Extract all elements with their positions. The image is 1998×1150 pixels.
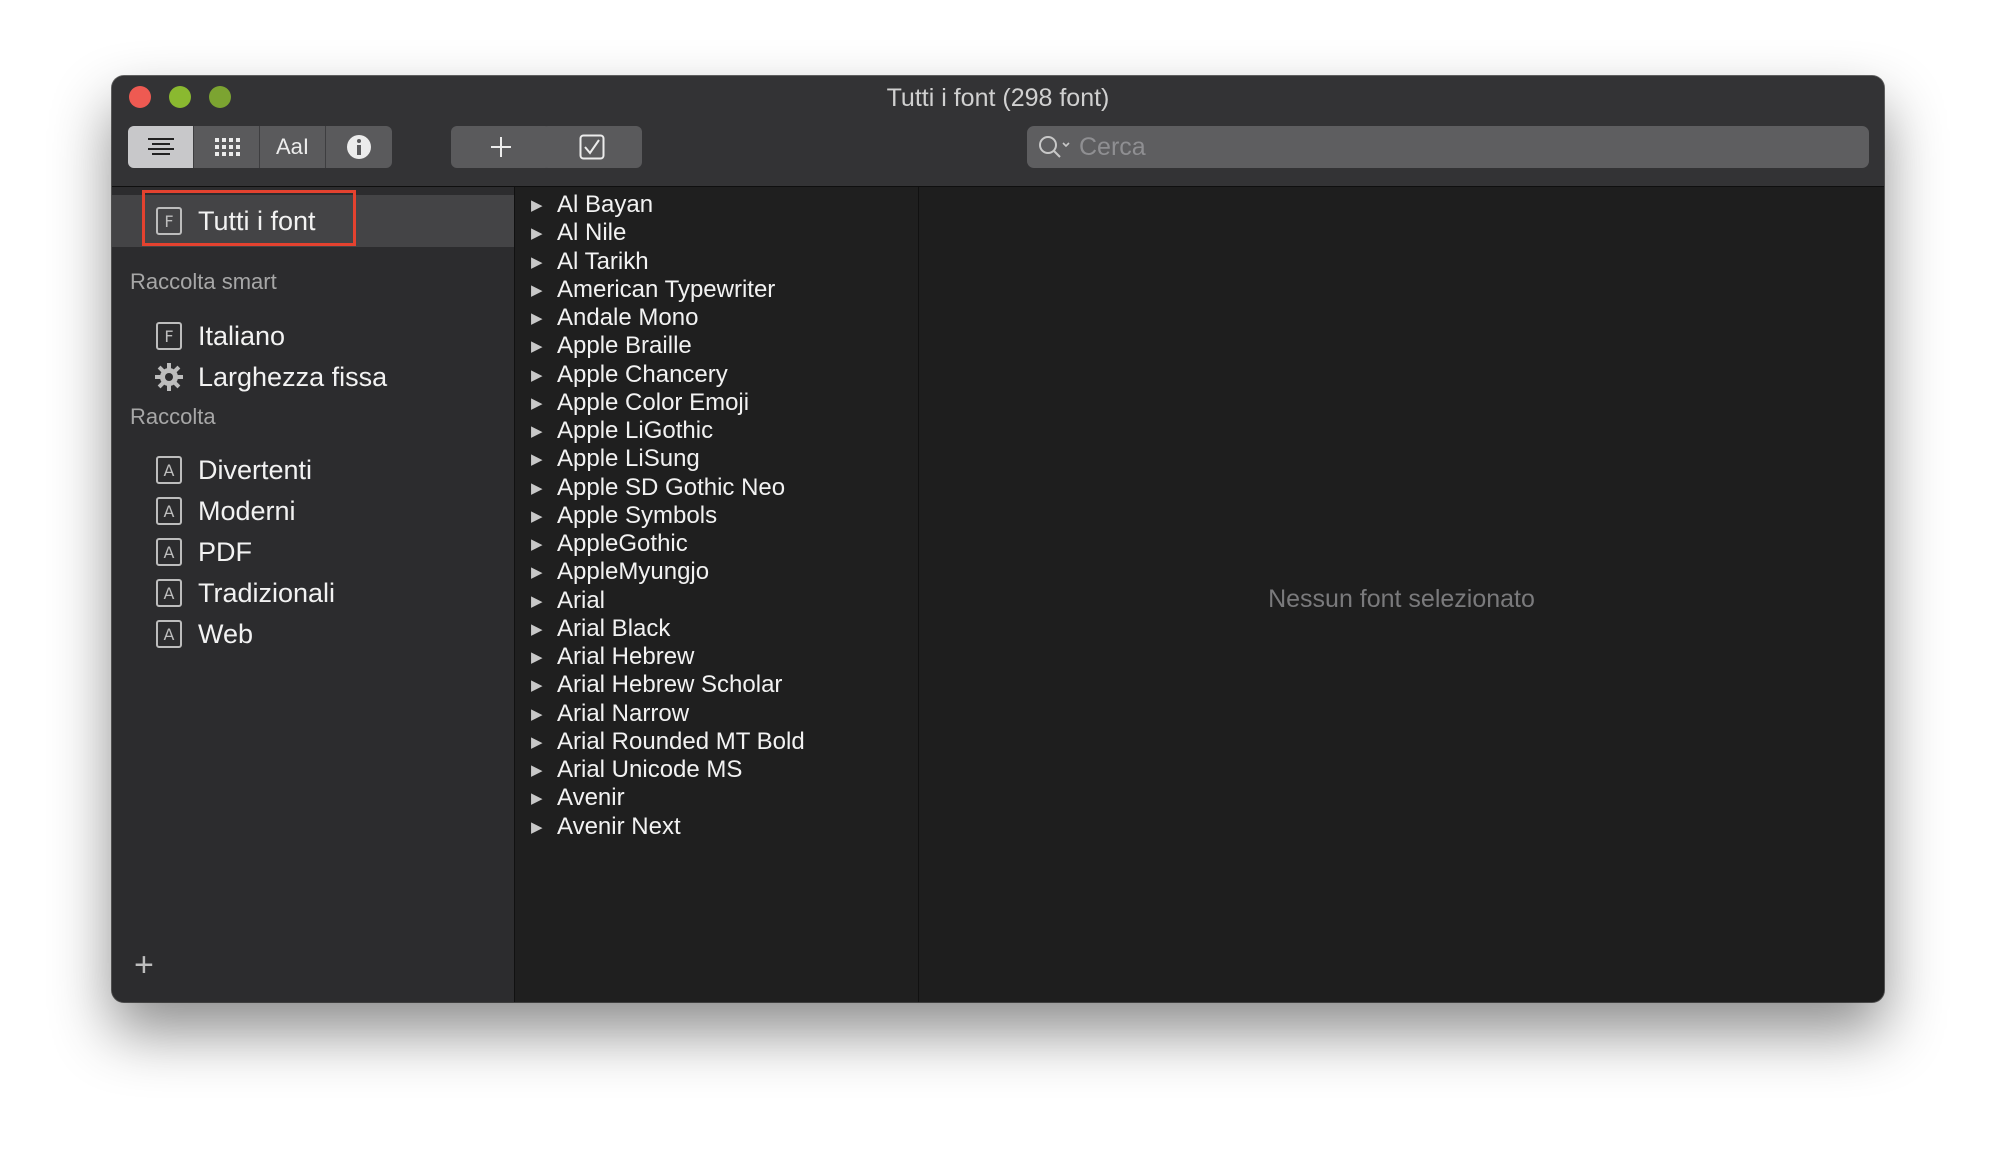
sample-text-label: AaI: [275, 134, 310, 159]
sample-text-button[interactable]: AaI: [260, 126, 326, 168]
sidebar-item-label: Divertenti: [198, 454, 313, 485]
preview-pane: Nessun font selezionato: [919, 187, 1884, 1002]
empty-preview-message: Nessun font selezionato: [1268, 585, 1535, 613]
font-box-a-icon: A: [156, 579, 182, 607]
sidebar-item-label: Moderni: [198, 495, 296, 526]
disclosure-triangle-icon[interactable]: ▶: [531, 309, 547, 327]
disclosure-triangle-icon[interactable]: ▶: [531, 366, 547, 384]
font-family-label: Avenir Next: [557, 812, 681, 840]
toolbar: Tutti i font (298 font) AaI: [112, 76, 1884, 187]
disclosure-triangle-icon[interactable]: ▶: [531, 337, 547, 355]
disclosure-triangle-icon[interactable]: ▶: [531, 224, 547, 242]
validate-font-button[interactable]: [542, 126, 642, 168]
window-title: Tutti i font (298 font): [886, 84, 1110, 112]
font-box-f-icon: F: [156, 207, 182, 235]
smart-collection-header: Raccolta smart: [130, 269, 277, 294]
info-button[interactable]: [326, 126, 392, 168]
disclosure-triangle-icon[interactable]: ▶: [531, 479, 547, 497]
font-collection-icon: F: [154, 206, 184, 236]
disclosure-triangle-icon[interactable]: ▶: [531, 253, 547, 271]
disclosure-triangle-icon[interactable]: ▶: [531, 676, 547, 694]
library-icon: A: [154, 619, 184, 649]
disclosure-triangle-icon[interactable]: ▶: [531, 507, 547, 525]
disclosure-triangle-icon[interactable]: ▶: [531, 281, 547, 299]
disclosure-triangle-icon[interactable]: ▶: [531, 196, 547, 214]
disclosure-triangle-icon[interactable]: ▶: [531, 733, 547, 751]
grid-view-icon: [214, 138, 240, 156]
collection-header: Raccolta: [130, 404, 216, 429]
disclosure-triangle-icon[interactable]: ▶: [531, 648, 547, 666]
checkbox-icon: [579, 134, 605, 160]
add-collection-button[interactable]: +: [134, 948, 154, 982]
sidebar-item-label: Italiano: [198, 320, 286, 351]
library-icon: A: [154, 496, 184, 526]
gear-icon: [154, 362, 184, 392]
grid-view-button[interactable]: [194, 126, 260, 168]
sidebar-item-label: Larghezza fissa: [198, 361, 388, 392]
list-view-icon: [147, 138, 174, 155]
view-mode-segmented-control: AaI: [128, 126, 392, 168]
sidebar-item-divertenti[interactable]: A Divertenti: [112, 449, 514, 491]
sidebar-item-moderni[interactable]: A Moderni: [112, 490, 514, 532]
disclosure-triangle-icon[interactable]: ▶: [531, 789, 547, 807]
info-icon: [347, 135, 371, 159]
disclosure-triangle-icon[interactable]: ▶: [531, 422, 547, 440]
font-collection-icon: F: [154, 321, 184, 351]
disclosure-triangle-icon[interactable]: ▶: [531, 450, 547, 468]
sidebar-item-label: PDF: [198, 536, 252, 567]
sidebar-item-italiano[interactable]: F Italiano: [112, 315, 514, 357]
font-box-a-icon: A: [156, 620, 182, 648]
font-box-a-icon: A: [156, 538, 182, 566]
sidebar-item-all-fonts[interactable]: F Tutti i font: [112, 195, 514, 247]
sidebar-item-larghezza-fissa[interactable]: Larghezza fissa: [112, 356, 514, 398]
disclosure-triangle-icon[interactable]: ▶: [531, 592, 547, 610]
sidebar-item-tradizionali[interactable]: A Tradizionali: [112, 572, 514, 614]
sidebar-item-label: Tradizionali: [198, 577, 336, 608]
sidebar-item-label: Tutti i font: [198, 205, 316, 236]
disclosure-triangle-icon[interactable]: ▶: [531, 705, 547, 723]
font-box-a-icon: A: [156, 497, 182, 525]
search-field[interactable]: [1027, 126, 1869, 168]
list-view-button[interactable]: [128, 126, 194, 168]
font-family-row[interactable]: ▶ Avenir Next: [515, 809, 918, 845]
plus-icon: [491, 137, 511, 157]
sidebar-item-label: Web: [198, 618, 254, 649]
sidebar: F Tutti i font Raccolta smart F Italiano: [112, 187, 515, 1002]
add-font-button[interactable]: [451, 126, 551, 168]
library-icon: A: [154, 578, 184, 608]
library-icon: A: [154, 537, 184, 567]
search-icon: [1039, 136, 1070, 158]
font-box-a-icon: A: [156, 456, 182, 484]
disclosure-triangle-icon[interactable]: ▶: [531, 394, 547, 412]
disclosure-triangle-icon[interactable]: ▶: [531, 535, 547, 553]
library-icon: A: [154, 455, 184, 485]
font-book-window: Tutti i font (298 font) AaI Cerca F Tutt…: [112, 76, 1884, 1002]
search-input[interactable]: [1073, 131, 1869, 163]
disclosure-triangle-icon[interactable]: ▶: [531, 563, 547, 581]
disclosure-triangle-icon[interactable]: ▶: [531, 620, 547, 638]
sidebar-item-pdf[interactable]: A PDF: [112, 531, 514, 573]
font-list: ▶ Al Bayan ▶ Al Nile ▶ Al Tarikh ▶ American Typ…: [515, 187, 919, 1002]
sidebar-item-web[interactable]: A Web: [112, 613, 514, 655]
disclosure-triangle-icon[interactable]: ▶: [531, 761, 547, 779]
font-box-f-icon: F: [156, 322, 182, 350]
disclosure-triangle-icon[interactable]: ▶: [531, 818, 547, 836]
